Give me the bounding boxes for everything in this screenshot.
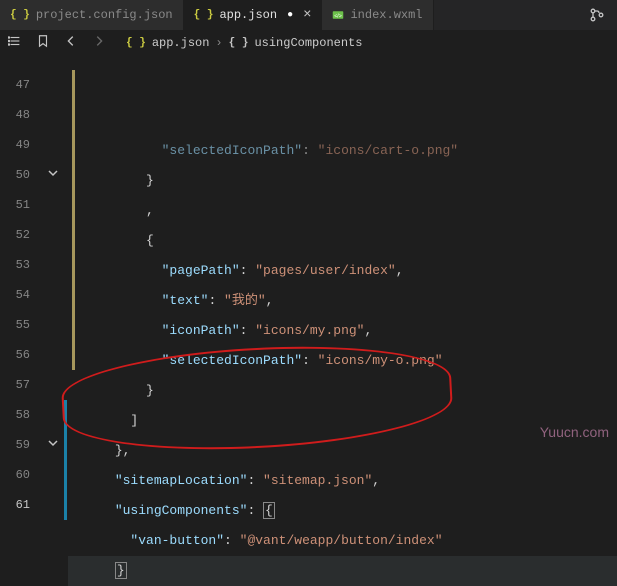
line-number: 51	[0, 190, 30, 220]
editor-tabs: { } project.config.json { } app.json ● × </> in…	[0, 0, 617, 30]
compare-icon[interactable]	[577, 0, 617, 30]
line-number-gutter: 474849505152535455565758596061	[0, 56, 40, 500]
json-icon: { }	[10, 9, 30, 21]
line-number: 61	[0, 490, 30, 520]
close-icon[interactable]: ×	[303, 7, 311, 23]
json-icon: { }	[126, 37, 146, 49]
line-number: 57	[0, 370, 30, 400]
svg-text:</>: </>	[335, 13, 343, 19]
code-area[interactable]: "selectedIconPath": "icons/cart-o.png" }…	[68, 56, 617, 500]
code-line[interactable]: ,	[68, 196, 617, 226]
code-line[interactable]: "selectedIconPath": "icons/cart-o.png"	[68, 136, 617, 166]
chevron-down-icon[interactable]	[48, 168, 58, 182]
tab-index-wxml[interactable]: </> index.wxml	[322, 0, 433, 30]
tab-label: app.json	[219, 8, 277, 22]
code-line[interactable]: "sitemapLocation": "sitemap.json",	[68, 466, 617, 496]
code-line[interactable]: "pagePath": "pages/user/index",	[68, 256, 617, 286]
watermark-text: Yuucn.com	[540, 424, 609, 440]
line-number: 55	[0, 310, 30, 340]
change-marker	[64, 400, 67, 430]
code-line[interactable]: },	[68, 436, 617, 466]
tab-app-json[interactable]: { } app.json ● ×	[184, 0, 323, 30]
code-line[interactable]: }	[68, 166, 617, 196]
line-number: 47	[0, 70, 30, 100]
code-line[interactable]: "iconPath": "icons/my.png",	[68, 316, 617, 346]
nav-back-icon[interactable]	[62, 34, 80, 52]
breadcrumb-symbol: usingComponents	[254, 36, 362, 50]
code-line[interactable]: "van-button": "@vant/weapp/button/index"	[68, 526, 617, 556]
json-icon: { }	[194, 9, 214, 21]
change-marker	[64, 490, 67, 520]
code-line[interactable]: "selectedIconPath": "icons/my-o.png"	[68, 346, 617, 376]
change-marker	[64, 430, 67, 460]
nav-forward-icon[interactable]	[90, 34, 108, 52]
line-number: 56	[0, 340, 30, 370]
line-number: 59	[0, 430, 30, 460]
tab-project-config-json[interactable]: { } project.config.json	[0, 0, 184, 30]
editor-toolbar: { } app.json › { } usingComponents	[0, 30, 617, 56]
line-number: 53	[0, 250, 30, 280]
code-line[interactable]: "usingComponents": {	[68, 496, 617, 526]
chevron-down-icon[interactable]	[48, 438, 58, 452]
line-number: 54	[0, 280, 30, 310]
chevron-right-icon: ›	[215, 36, 222, 50]
line-number: 52	[0, 220, 30, 250]
line-number: 58	[0, 400, 30, 430]
line-number: 50	[0, 160, 30, 190]
code-line[interactable]: }	[68, 376, 617, 406]
line-number: 49	[0, 130, 30, 160]
toc-icon[interactable]	[6, 34, 24, 52]
line-number: 60	[0, 460, 30, 490]
bookmark-icon[interactable]	[34, 34, 52, 52]
tab-label: index.wxml	[350, 8, 422, 22]
code-line[interactable]: {	[68, 226, 617, 256]
braces-icon: { }	[229, 37, 249, 49]
code-editor[interactable]: 474849505152535455565758596061 "selected…	[0, 56, 617, 500]
code-line[interactable]: "text": "我的",	[68, 286, 617, 316]
breadcrumb[interactable]: { } app.json › { } usingComponents	[126, 36, 362, 50]
code-line[interactable]: ]	[68, 406, 617, 436]
wxml-icon: </>	[332, 9, 344, 22]
tab-dirty-dot: ●	[287, 10, 293, 21]
breadcrumb-file: app.json	[152, 36, 210, 50]
tab-label: project.config.json	[36, 8, 173, 22]
line-number: 48	[0, 100, 30, 130]
change-marker	[64, 460, 67, 490]
code-line[interactable]: }	[68, 556, 617, 586]
